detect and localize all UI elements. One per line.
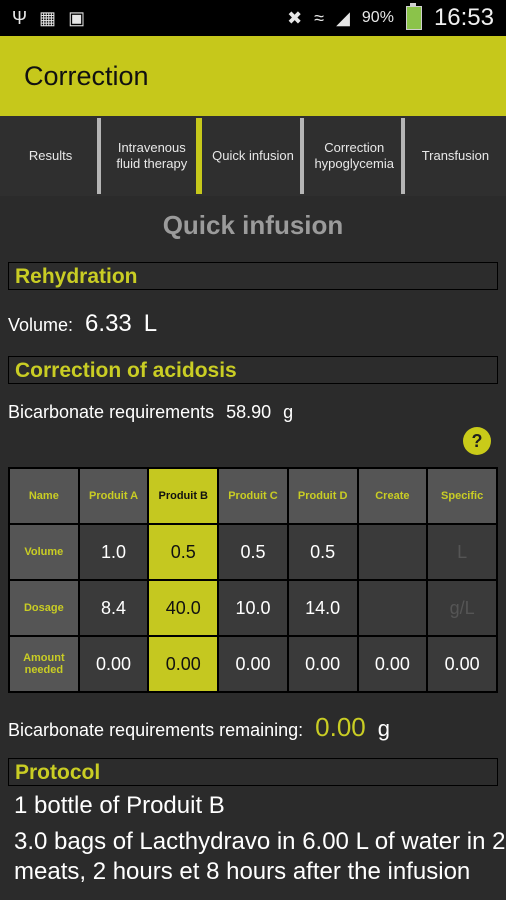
- cell-volume-create[interactable]: [356, 523, 429, 581]
- tab-bar: Results Intravenous fluid therapy Quick …: [0, 116, 506, 196]
- page-title: Quick infusion: [162, 210, 344, 240]
- table-header-row: Name Produit A Produit B Produit C Produ…: [8, 467, 498, 525]
- battery-percent: 90%: [361, 9, 394, 26]
- products-table: Name Produit A Produit B Produit C Produ…: [8, 467, 498, 693]
- bicarbonate-row: Bicarbonate requirements 58.90 g: [8, 402, 293, 423]
- cell-dosage-a[interactable]: 8.4: [77, 579, 150, 637]
- remaining-row: Bicarbonate requirements remaining: 0.00 g: [8, 712, 390, 743]
- header-create[interactable]: Create: [356, 467, 429, 525]
- cell-amount-d: 0.00: [286, 635, 359, 693]
- table-row: Amount needed 0.00 0.00 0.00 0.00 0.00 0…: [8, 635, 498, 693]
- cell-amount-specific: 0.00: [426, 635, 498, 693]
- tab-label: Quick infusion: [212, 148, 294, 163]
- cell-amount-c: 0.00: [217, 635, 289, 693]
- protocol-line: 3.0 bags of Lacthydravo in 6.00 L of wat…: [14, 828, 506, 885]
- mute-icon: ✖: [287, 7, 303, 28]
- remaining-value: 0.00: [315, 712, 366, 742]
- wifi-icon: ≈: [314, 7, 325, 28]
- action-bar: Correction: [0, 36, 506, 116]
- rehydration-header: Rehydration: [8, 262, 498, 290]
- row-label-amount-needed: Amount needed: [8, 635, 80, 693]
- tab-results[interactable]: Results: [0, 116, 102, 196]
- tab-label: Intravenous fluid therapy: [116, 140, 188, 171]
- cell-amount-b: 0.00: [147, 635, 220, 693]
- remaining-unit: g: [377, 716, 391, 741]
- bicarbonate-unit: g: [283, 402, 294, 422]
- bicarbonate-label: Bicarbonate requirements: [8, 402, 215, 422]
- table-row: Volume 1.0 0.5 0.5 0.5 L: [8, 523, 498, 581]
- rehydration-row: Volume: 6.33 L: [8, 310, 157, 338]
- tab-label: Transfusion: [421, 148, 490, 163]
- cell-amount-a: 0.00: [77, 635, 150, 693]
- app-title: Correction: [24, 60, 149, 91]
- cell-amount-create: 0.00: [356, 635, 429, 693]
- protocol-line: 1 bottle of Produit B: [14, 792, 225, 819]
- cell-volume-a[interactable]: 1.0: [77, 523, 150, 581]
- row-label-dosage: Dosage: [8, 579, 80, 637]
- signal-icon: ◢: [336, 7, 350, 28]
- remaining-label: Bicarbonate requirements remaining:: [8, 720, 304, 740]
- header-produit-a[interactable]: Produit A: [77, 467, 150, 525]
- cell-dosage-b[interactable]: 40.0: [147, 579, 220, 637]
- cell-dosage-specific[interactable]: g/L: [426, 579, 498, 637]
- sim-icon: ▦: [39, 7, 57, 28]
- tab-intravenous-fluid-therapy[interactable]: Intravenous fluid therapy: [101, 116, 203, 196]
- volume-label: Volume:: [8, 315, 74, 335]
- tab-label: Results: [28, 148, 73, 163]
- tab-correction-hypoglycemia[interactable]: Correction hypoglycemia: [304, 116, 405, 196]
- acidosis-header: Correction of acidosis: [8, 356, 498, 384]
- volume-value: 6.33: [85, 310, 132, 337]
- cell-dosage-d[interactable]: 14.0: [286, 579, 359, 637]
- header-specific[interactable]: Specific: [426, 467, 498, 525]
- volume-unit: L: [143, 310, 158, 337]
- tab-label: Correction hypoglycemia: [314, 140, 394, 171]
- header-produit-c[interactable]: Produit C: [217, 467, 289, 525]
- tab-quick-infusion[interactable]: Quick infusion: [202, 116, 304, 196]
- header-produit-d[interactable]: Produit D: [286, 467, 359, 525]
- battery-icon: [405, 3, 422, 30]
- table-row: Dosage 8.4 40.0 10.0 14.0 g/L: [8, 579, 498, 637]
- cell-volume-specific[interactable]: L: [426, 523, 498, 581]
- row-label-volume: Volume: [8, 523, 80, 581]
- cell-dosage-create[interactable]: [356, 579, 429, 637]
- cell-volume-b[interactable]: 0.5: [147, 523, 220, 581]
- image-icon: ▣: [68, 7, 86, 28]
- protocol-header: Protocol: [8, 758, 498, 786]
- cell-volume-c[interactable]: 0.5: [217, 523, 289, 581]
- tab-transfusion[interactable]: Transfusion: [405, 116, 506, 196]
- usb-icon: Ψ: [12, 7, 28, 28]
- clock: 16:53: [433, 4, 494, 31]
- status-bar: Ψ ▦ ▣ ✖ ≈ ◢ 90% 16:53: [0, 0, 506, 36]
- header-name: Name: [8, 467, 80, 525]
- bicarbonate-value: 58.90: [226, 402, 272, 422]
- help-icon[interactable]: ?: [463, 427, 491, 455]
- header-produit-b[interactable]: Produit B: [147, 467, 220, 525]
- cell-volume-d[interactable]: 0.5: [286, 523, 359, 581]
- cell-dosage-c[interactable]: 10.0: [217, 579, 289, 637]
